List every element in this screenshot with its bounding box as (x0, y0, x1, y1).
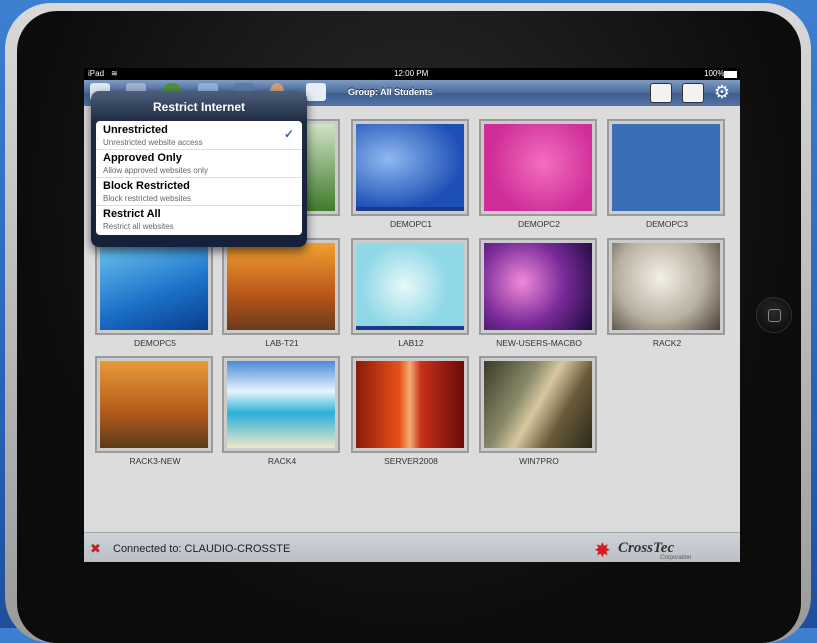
star-logo-icon: ✸ (594, 540, 611, 562)
status-footer: ✖ Connected to: CLAUDIO-CROSSTE ✸ CrossT… (84, 532, 740, 562)
crosstec-logo: ✸ CrossTec Corporation (594, 540, 692, 562)
thumbnail-view-icon[interactable] (650, 83, 672, 103)
option-approved-only[interactable]: Approved Only Allow approved websites on… (96, 149, 302, 178)
desktop-thumbnail (356, 243, 464, 330)
computer-name: DEMOPC3 (645, 219, 689, 229)
computer-name: SERVER2008 (384, 456, 438, 466)
disconnect-icon[interactable]: ✖ (90, 541, 101, 557)
desktop-thumbnail (227, 243, 335, 330)
checkmark-icon: ✓ (283, 127, 294, 141)
popover-title: Restrict Internet (152, 100, 246, 114)
desktop-thumbnail (484, 361, 592, 448)
printer-icon[interactable] (306, 83, 326, 101)
computer-name: RACK2 (652, 338, 682, 348)
desktop-thumbnail (227, 361, 335, 448)
option-block-restricted[interactable]: Block Restricted Block restricted websit… (96, 177, 302, 206)
computer-name: DEMOPC5 (133, 338, 177, 348)
group-title: Group: All Students (348, 87, 433, 97)
status-bar: iPad ≋ 12:00 PM 100% (84, 68, 740, 80)
desktop-thumbnail (100, 243, 208, 330)
computer-name: RACK3-NEW (129, 456, 181, 466)
battery-icon (724, 71, 737, 78)
restrict-options-list: Unrestricted Unrestricted website access… (96, 121, 302, 235)
desktop-thumbnail (100, 361, 208, 448)
computer-name: RACK4 (267, 456, 297, 466)
computer-name: WIN7PRO (519, 456, 559, 466)
computer-name: NEW-USERS-MACBO (496, 338, 582, 348)
computer-name: DEMOPC1 (389, 219, 433, 229)
computer-name: LAB12 (398, 338, 424, 348)
wifi-icon: ≋ (111, 69, 118, 78)
battery-percent: 100% (704, 69, 725, 78)
desktop-thumbnail (356, 124, 464, 211)
home-button[interactable] (757, 298, 791, 332)
computer-name: DEMOPC2 (517, 219, 561, 229)
desktop-thumbnail (612, 124, 720, 211)
desktop-thumbnail (484, 124, 592, 211)
desktop-thumbnail (612, 243, 720, 330)
device-label: iPad (88, 69, 105, 78)
option-restrict-all[interactable]: Restrict All Restrict all websites (96, 205, 302, 233)
connection-status: Connected to: CLAUDIO-CROSSTE (113, 543, 291, 555)
option-unrestricted[interactable]: Unrestricted Unrestricted website access… (96, 121, 302, 150)
list-view-icon[interactable] (682, 83, 704, 103)
restrict-internet-popover: Restrict Internet Unrestricted Unrestric… (91, 91, 307, 247)
clock: 12:00 PM (394, 69, 429, 78)
desktop-thumbnail (356, 361, 464, 448)
desktop-thumbnail (484, 243, 592, 330)
settings-icon[interactable]: ⚙ (712, 83, 732, 101)
computer-name: LAB-T21 (265, 338, 299, 348)
